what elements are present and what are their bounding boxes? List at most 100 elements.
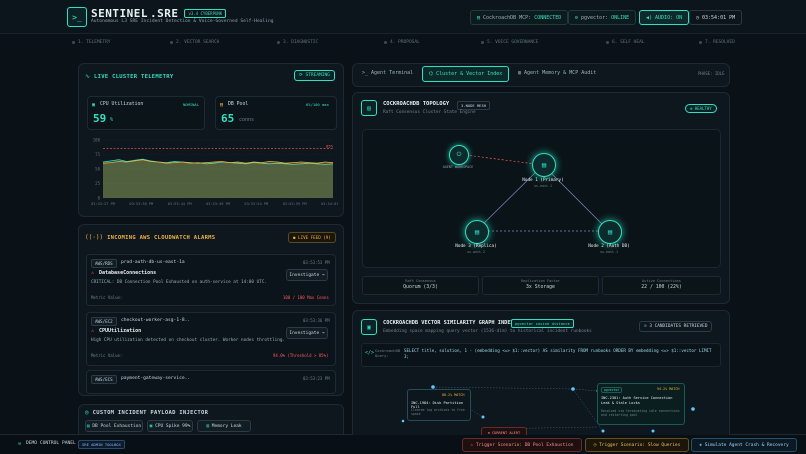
match-score: 88.2% MATCH bbox=[442, 393, 465, 397]
code-icon: </> bbox=[365, 350, 375, 356]
alarm-icon: ((·)) bbox=[85, 234, 104, 241]
x-tick-label: 03:53:54 PM bbox=[244, 202, 269, 206]
health-badge: ⊕ HEALTHY bbox=[685, 104, 717, 113]
alarm-resource: checkout-worker-asg-1-8.. bbox=[121, 318, 191, 323]
alarm-resource: prod-auth-db-us-east-1a bbox=[121, 260, 185, 265]
cluster-node-2[interactable]: ▤ bbox=[598, 220, 622, 244]
audio-toggle[interactable]: ◀) AUDIO: ON bbox=[639, 10, 690, 25]
mcp-status: ▤ CockroachDB MCP: CONNECTED bbox=[470, 10, 569, 25]
db-label: DB Pool bbox=[228, 102, 249, 107]
streaming-badge: ⟳ STREAMING bbox=[294, 70, 335, 81]
phase-indicator: PHASE: IDLE bbox=[698, 71, 725, 76]
y-tick-label: 0 bbox=[98, 196, 101, 201]
agent-workspace-node[interactable]: ⏻ bbox=[449, 145, 469, 165]
cluster-node-1[interactable]: ▤ bbox=[532, 153, 556, 177]
cpu-icon: ▣ bbox=[92, 102, 96, 108]
pipeline-step-7: 7. RESOLVED bbox=[699, 40, 735, 45]
alarm-time: 03:53:23 PM bbox=[303, 376, 330, 381]
cluster-node-3[interactable]: ▤ bbox=[465, 220, 489, 244]
tab-agent-terminal[interactable]: >_ Agent Terminal bbox=[362, 70, 413, 76]
runbook-card[interactable]: 88.2% MATCH INC-1984: Disk Partition Ful… bbox=[407, 389, 471, 421]
query-text: SELECT title, solution, 1 - (embedding <… bbox=[404, 348, 712, 359]
active-connections-stat: Active Connections 22 / 100 (22%) bbox=[602, 276, 721, 295]
pipeline-step-6: 6. SELF HEAL bbox=[606, 40, 645, 45]
alarm-service-tag: AWS/RDS bbox=[91, 259, 117, 268]
inject-db-pool-button[interactable]: ▤ DB Pool Exhaustion bbox=[85, 420, 143, 432]
logo-icon: >_ bbox=[67, 7, 87, 27]
x-tick-label: 03:53:27 PM bbox=[91, 202, 116, 206]
tab-agent-memory[interactable]: ▥ Agent Memory & MCP Audit bbox=[518, 70, 596, 76]
series-area bbox=[103, 159, 333, 198]
pgvector-status: ⚙ pgvector: ONLINE bbox=[568, 10, 637, 25]
x-tick-label: 03:53:49 PM bbox=[206, 202, 231, 206]
inject-cpu-spike-button[interactable]: ▣ CPU Spike 99% bbox=[147, 420, 193, 432]
topology-icon: ▤ bbox=[361, 100, 377, 116]
investigate-button[interactable]: Investigate → bbox=[286, 269, 328, 281]
vector-icon: ▣ bbox=[361, 319, 377, 335]
memory-icon: ▥ bbox=[518, 70, 522, 76]
clock: ◷ 03:54:01 PM bbox=[689, 10, 743, 25]
inject-memory-leak-button[interactable]: ▥ Memory Leak bbox=[197, 420, 251, 432]
tab-cluster-vector[interactable]: ⌬ Cluster & Vector Index bbox=[422, 66, 509, 82]
demo-label: DEMO CONTROL PANEL bbox=[26, 441, 76, 446]
db-pool-card: ▤ DB Pool 65/100 max 65 conns bbox=[215, 96, 337, 130]
server-icon: ▤ bbox=[541, 161, 547, 169]
alarms-title: INCOMING AWS CLOUDWATCH ALARMS bbox=[107, 234, 216, 241]
db-icon: ▤ bbox=[220, 102, 224, 108]
injector-panel: ◎ CUSTOM INCIDENT PAYLOAD INJECTOR ▤ DB … bbox=[78, 404, 344, 435]
trigger-db-pool-button[interactable]: ⚠ Trigger Scenario: DB Pool Exhaustion bbox=[462, 438, 582, 452]
alarm-card[interactable]: AWS/EC2 checkout-worker-asg-1-8.. 03:53:… bbox=[86, 312, 336, 366]
topology-panel: ▤ COCKROACHDB TOPOLOGY 3-NODE MESH Raft … bbox=[352, 92, 730, 304]
topology-title: COCKROACHDB TOPOLOGY bbox=[383, 101, 450, 107]
db-value: 65 bbox=[221, 112, 235, 125]
cpu-card: ▣ CPU Utilization NOMINAL 59 % bbox=[87, 96, 205, 130]
replication-factor-stat: Replication Factor 3x Storage bbox=[482, 276, 599, 295]
vector-panel: ▣ COCKROACHDB VECTOR SIMILARITY GRAPH IN… bbox=[352, 310, 730, 435]
x-tick-label: 03:53:44 PM bbox=[168, 202, 193, 206]
pulse-icon: ∿ bbox=[85, 73, 91, 80]
node-region: us-west-2 bbox=[467, 250, 485, 254]
topology-mode-badge: 3-NODE MESH bbox=[457, 101, 491, 110]
vector-point bbox=[571, 387, 575, 391]
pgvector-tag: pgvector bbox=[601, 387, 623, 393]
current-alert-node[interactable]: ⊗ CURRENT ALERT bbox=[481, 427, 527, 435]
metric-label: Metric Value: bbox=[91, 353, 123, 358]
alarm-time: 03:53:36 PM bbox=[303, 318, 330, 323]
vector-point bbox=[651, 429, 655, 433]
topology-graph: ⏻ AGENT WORKSPACE ▤ Node 1 (Primary) us-… bbox=[362, 129, 721, 268]
server-icon: ▤ bbox=[474, 228, 480, 236]
demo-control-bar: ⚒ DEMO CONTROL PANEL SRE ADMIN TOOLBOX ⚠… bbox=[0, 434, 806, 454]
vector-title: COCKROACHDB VECTOR SIMILARITY GRAPH INDE… bbox=[383, 320, 514, 326]
cpu-state: NOMINAL bbox=[183, 102, 200, 107]
match-score: 94.2% MATCH bbox=[657, 387, 680, 391]
alarm-service-tag: AWS/EC2 bbox=[91, 317, 117, 326]
alarm-name: DatabaseConnections bbox=[99, 270, 157, 276]
version-badge: v3.4 CYBERPUNK bbox=[184, 9, 227, 18]
runbook-desc: Resolved via terminating idle connection… bbox=[601, 409, 680, 417]
runbook-desc: Cleared log archives to free space bbox=[411, 408, 465, 416]
vector-icon: ⚙ bbox=[575, 14, 579, 21]
db-state: 65/100 max bbox=[306, 102, 329, 107]
alarm-card[interactable]: AWS/ECS payment-gateway-service.. 03:53:… bbox=[86, 370, 336, 394]
node-region: us-east-1 bbox=[534, 184, 552, 188]
alarm-name: CPUUtilization bbox=[99, 328, 142, 334]
metric-value: 94.0% (Threshold > 85%) bbox=[273, 353, 329, 358]
server-icon: ▤ bbox=[607, 228, 613, 236]
simulate-crash-button[interactable]: ◈ Simulate Agent Crash & Recovery bbox=[691, 438, 797, 452]
query-box: </> CockroachDB Query: SELECT title, sol… bbox=[361, 343, 721, 367]
node-label: Node 2 (Auth DB) bbox=[588, 244, 630, 249]
cpu-unit: % bbox=[110, 117, 114, 123]
node-region: us-east-1 bbox=[600, 250, 618, 254]
alarm-card[interactable]: AWS/RDS prod-auth-db-us-east-1a 03:53:53… bbox=[86, 254, 336, 306]
pipeline-step-2: 2. VECTOR SEARCH bbox=[170, 40, 219, 45]
agent-link bbox=[457, 153, 544, 166]
runbook-card-top-match[interactable]: pgvector 94.2% MATCH INC-2301: Auth Serv… bbox=[597, 383, 685, 425]
speaker-icon: ◀) bbox=[646, 14, 653, 21]
pipeline-step-3: 3. DIAGNOSTIC bbox=[277, 40, 318, 45]
metric-label: Metric Value: bbox=[91, 295, 123, 300]
network-icon: ⌬ bbox=[428, 71, 434, 77]
vector-point bbox=[691, 407, 695, 411]
database-icon: ▤ bbox=[477, 14, 481, 21]
trigger-slow-queries-button[interactable]: ◷ Trigger Scenario: Slow Queries bbox=[585, 438, 689, 452]
live-feed-badge: ● LIVE FEED (9) bbox=[288, 232, 336, 243]
